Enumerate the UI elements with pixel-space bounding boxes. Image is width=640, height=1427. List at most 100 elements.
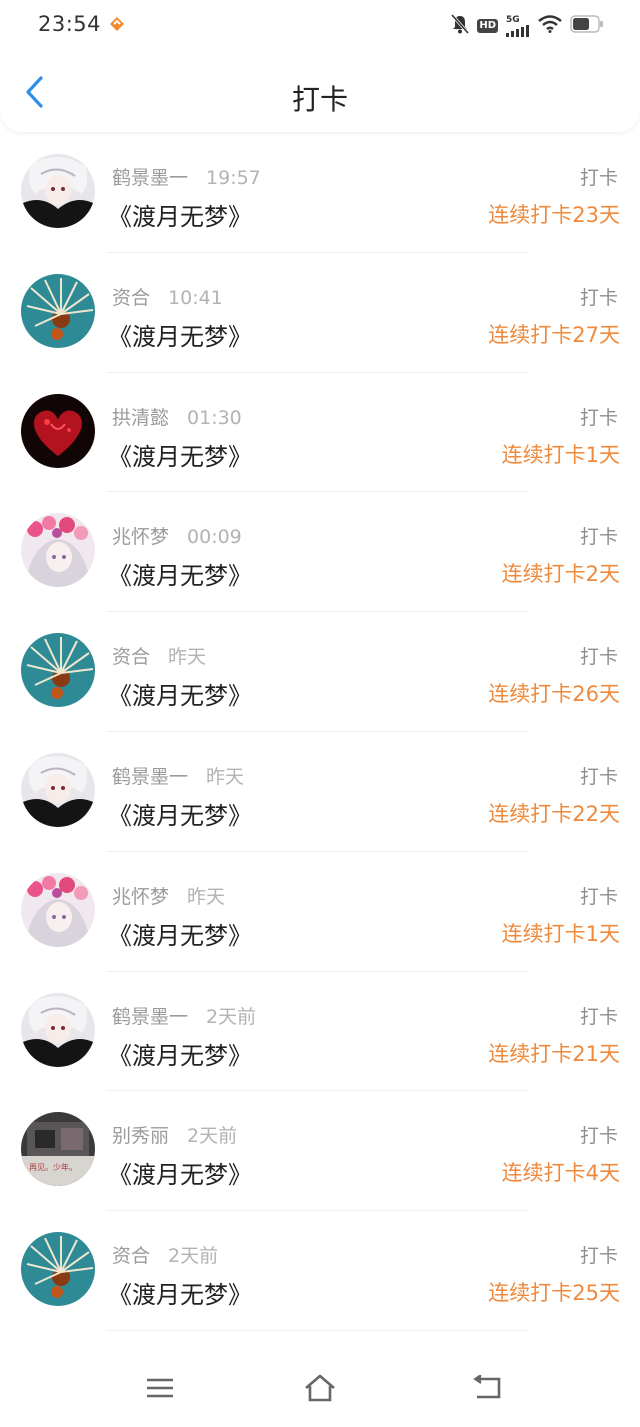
book-title[interactable]: 《渡月无梦》 xyxy=(108,1275,252,1310)
hd-badge: HD xyxy=(477,19,498,33)
bell-off-icon xyxy=(451,14,470,38)
streak-count: 连续打卡25天 xyxy=(488,1281,620,1306)
checkin-time: 19:57 xyxy=(206,167,261,189)
user-line: 鹤景墨一 昨天 xyxy=(112,762,244,789)
user-name[interactable]: 别秀丽 xyxy=(112,1125,169,1147)
checkin-label: 打卡 xyxy=(579,885,618,908)
checkin-row[interactable]: 资合 昨天 《渡月无梦》 打卡 连续打卡26天 xyxy=(0,612,640,732)
streak-count: 连续打卡27天 xyxy=(488,322,620,347)
user-line: 拱清懿 01:30 xyxy=(112,403,242,430)
user-name[interactable]: 拱清懿 xyxy=(112,407,169,429)
checkin-time: 2天前 xyxy=(168,1245,219,1268)
streak-count: 连续打卡2天 xyxy=(501,562,620,587)
checkin-row[interactable]: 鹤景墨一 19:57 《渡月无梦》 打卡 连续打卡23天 xyxy=(0,133,640,253)
avatar[interactable] xyxy=(21,633,95,708)
divider xyxy=(106,1329,528,1331)
user-name[interactable]: 兆怀梦 xyxy=(112,886,169,908)
user-name[interactable]: 鹤景墨一 xyxy=(112,1006,188,1028)
avatar[interactable] xyxy=(21,273,95,348)
user-name[interactable]: 鹤景墨一 xyxy=(112,167,188,189)
user-name[interactable]: 资合 xyxy=(112,287,150,309)
avatar[interactable] xyxy=(21,393,95,468)
avatar[interactable] xyxy=(21,992,95,1067)
avatar[interactable] xyxy=(21,154,95,228)
avatar[interactable]: 再见。少年。 xyxy=(21,1112,95,1187)
checkin-label: 打卡 xyxy=(579,765,618,788)
checkin-row[interactable]: 拱清懿 01:30 《渡月无梦》 打卡 连续打卡1天 xyxy=(0,373,640,493)
battery-icon xyxy=(570,15,604,37)
checkin-time: 2天前 xyxy=(187,1125,238,1148)
streak-count: 连续打卡21天 xyxy=(488,1041,620,1066)
status-icons: HD 5G xyxy=(451,14,604,38)
checkin-label: 打卡 xyxy=(579,286,618,309)
checkin-time: 2天前 xyxy=(206,1005,257,1028)
checkin-time: 昨天 xyxy=(168,646,207,669)
user-line: 兆怀梦 昨天 xyxy=(112,882,225,909)
home-button[interactable] xyxy=(300,1374,340,1406)
checkin-list: 鹤景墨一 19:57 《渡月无梦》 打卡 连续打卡23天 资合 10:41 《渡月无… xyxy=(0,133,640,1331)
book-title[interactable]: 《渡月无梦》 xyxy=(108,1155,252,1190)
user-line: 资合 2天前 xyxy=(112,1241,218,1268)
avatar[interactable] xyxy=(21,513,95,588)
back-nav-button[interactable] xyxy=(468,1374,508,1406)
book-title[interactable]: 《渡月无梦》 xyxy=(108,437,252,472)
status-time: 23:54 xyxy=(38,12,102,36)
checkin-row[interactable]: 鹤景墨一 昨天 《渡月无梦》 打卡 连续打卡22天 xyxy=(0,732,640,852)
avatar[interactable] xyxy=(21,872,95,947)
checkin-time: 01:30 xyxy=(187,406,242,429)
checkin-time: 昨天 xyxy=(187,885,226,908)
checkin-row[interactable]: 资合 10:41 《渡月无梦》 打卡 连续打卡27天 xyxy=(0,253,640,373)
svg-text:再见。少年。: 再见。少年。 xyxy=(29,1162,77,1172)
book-title[interactable]: 《渡月无梦》 xyxy=(108,197,252,232)
user-name[interactable]: 兆怀梦 xyxy=(112,526,169,548)
book-title[interactable]: 《渡月无梦》 xyxy=(108,1036,252,1071)
checkin-label: 打卡 xyxy=(579,646,618,669)
checkin-label: 打卡 xyxy=(579,1245,618,1268)
streak-count: 连续打卡1天 xyxy=(501,442,620,467)
checkin-label: 打卡 xyxy=(579,406,618,429)
user-name[interactable]: 鹤景墨一 xyxy=(112,766,188,788)
user-name[interactable]: 资合 xyxy=(112,646,150,668)
checkin-label: 打卡 xyxy=(579,1005,618,1028)
app-notification-icon xyxy=(108,16,126,36)
streak-count: 连续打卡1天 xyxy=(501,921,620,946)
back-icon xyxy=(473,1374,503,1405)
checkin-row[interactable]: 资合 2天前 《渡月无梦》 打卡 连续打卡25天 xyxy=(0,1211,640,1331)
book-title[interactable]: 《渡月无梦》 xyxy=(108,796,252,831)
signal-icon: 5G xyxy=(506,15,530,37)
checkin-label: 打卡 xyxy=(579,1125,618,1148)
streak-count: 连续打卡22天 xyxy=(488,801,620,826)
user-line: 别秀丽 2天前 xyxy=(112,1121,237,1148)
user-line: 鹤景墨一 2天前 xyxy=(112,1002,256,1029)
checkin-time: 10:41 xyxy=(168,286,223,309)
status-bar: 23:54 HD 5G xyxy=(0,0,640,52)
checkin-row[interactable]: 再见。少年。 别秀丽 2天前 《渡月无梦》 打卡 连续打卡4天 xyxy=(0,1091,640,1212)
book-title[interactable]: 《渡月无梦》 xyxy=(108,676,252,711)
checkin-row[interactable]: 兆怀梦 00:09 《渡月无梦》 打卡 连续打卡2天 xyxy=(0,492,640,613)
menu-icon xyxy=(146,1377,174,1403)
user-name[interactable]: 资合 xyxy=(112,1245,150,1267)
user-line: 鹤景墨一 19:57 xyxy=(112,163,261,190)
streak-count: 连续打卡23天 xyxy=(488,203,620,227)
menu-button[interactable] xyxy=(140,1374,180,1406)
system-nav-bar xyxy=(0,1352,640,1427)
book-title[interactable]: 《渡月无梦》 xyxy=(108,916,252,951)
avatar[interactable] xyxy=(21,1232,95,1307)
user-line: 兆怀梦 00:09 xyxy=(112,522,242,549)
user-line: 资合 10:41 xyxy=(112,283,223,310)
home-icon xyxy=(303,1374,337,1406)
checkin-label: 打卡 xyxy=(579,167,618,189)
checkin-time: 昨天 xyxy=(206,765,245,788)
streak-count: 连续打卡26天 xyxy=(488,682,620,707)
avatar[interactable] xyxy=(21,752,95,827)
header: 打卡 xyxy=(0,52,640,132)
wifi-icon xyxy=(538,15,562,37)
network-label: 5G xyxy=(506,15,520,25)
book-title[interactable]: 《渡月无梦》 xyxy=(108,317,252,352)
checkin-row[interactable]: 鹤景墨一 2天前 《渡月无梦》 打卡 连续打卡21天 xyxy=(0,972,640,1092)
user-line: 资合 昨天 xyxy=(112,642,206,669)
page-title: 打卡 xyxy=(291,83,348,116)
streak-count: 连续打卡4天 xyxy=(501,1161,620,1186)
checkin-row[interactable]: 兆怀梦 昨天 《渡月无梦》 打卡 连续打卡1天 xyxy=(0,852,640,972)
book-title[interactable]: 《渡月无梦》 xyxy=(108,556,252,591)
